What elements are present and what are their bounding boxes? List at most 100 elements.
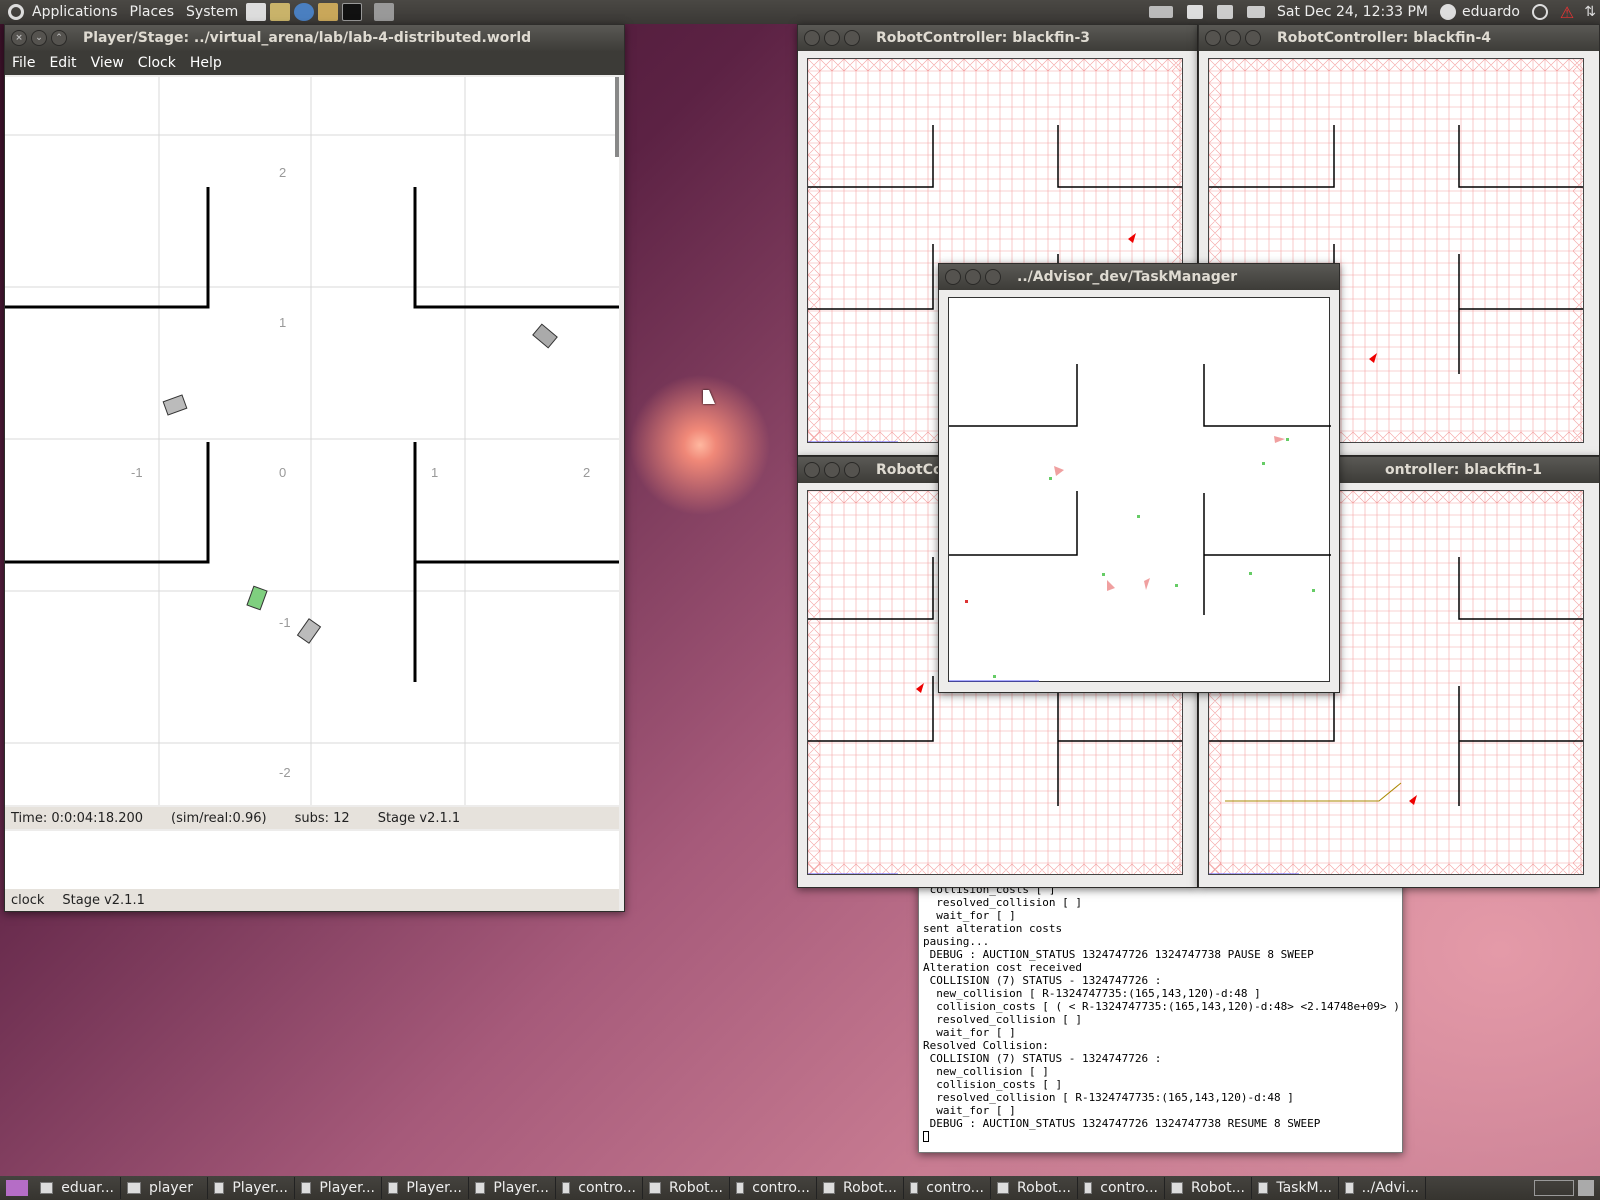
robot-4[interactable] xyxy=(296,618,322,644)
window-icon xyxy=(1084,1182,1093,1194)
scrollbar[interactable] xyxy=(615,77,619,157)
taskbar-item[interactable]: Robot... xyxy=(643,1177,730,1199)
workspace-switcher-icon[interactable] xyxy=(1534,1180,1574,1196)
terminal-output: collision_costs [ ] resolved_collision [… xyxy=(919,881,1402,1152)
menu-clock[interactable]: Clock xyxy=(131,55,183,71)
sim-time: Time: 0:0:04:18.200 xyxy=(11,810,144,826)
window-title: RobotController: blackfin-3 xyxy=(876,30,1091,46)
minimize-icon[interactable]: ⌄ xyxy=(31,30,47,46)
taskmanager-canvas[interactable] xyxy=(948,297,1331,682)
terminal-line: collision_costs [ ( < R-1324747735:(165,… xyxy=(923,1000,1402,1013)
battery-icon[interactable] xyxy=(1149,6,1174,18)
clock-label: clock xyxy=(11,892,45,908)
robot-titlebar[interactable]: RobotController: blackfin-3 xyxy=(798,25,1197,51)
maximize-icon[interactable] xyxy=(844,30,860,46)
text-editor-icon[interactable] xyxy=(246,3,267,21)
browser-icon[interactable] xyxy=(294,3,315,21)
grid-lines xyxy=(5,77,619,805)
display-icon[interactable] xyxy=(1187,5,1204,19)
lower-statusbar: clock Stage v2.1.1 xyxy=(5,889,619,911)
taskbar-item[interactable]: eduar... xyxy=(34,1177,121,1199)
terminal-line: new_collision [ ] xyxy=(923,1065,1049,1078)
taskbar-item[interactable]: Robot... xyxy=(817,1177,904,1199)
maximize-icon[interactable] xyxy=(1245,30,1261,46)
robot-2[interactable] xyxy=(532,323,558,349)
stage-canvas[interactable]: 2 1 -1 0 1 2 -1 -2 xyxy=(5,77,619,805)
terminal-line: resolved_collision [ ] xyxy=(923,1013,1082,1026)
taskbar-item[interactable]: contro... xyxy=(556,1177,643,1199)
clock-text[interactable]: Sat Dec 24, 12:33 PM xyxy=(1277,4,1428,20)
applications-menu[interactable]: Applications xyxy=(26,4,124,20)
window-icon xyxy=(910,1182,919,1194)
terminal-line: sent alteration costs xyxy=(923,922,1063,935)
window-icon xyxy=(1345,1182,1354,1194)
window-icon xyxy=(1171,1182,1184,1194)
maximize-icon[interactable]: ⌃ xyxy=(51,30,67,46)
minimize-icon[interactable] xyxy=(1225,30,1241,46)
update-icon[interactable]: ⇅ xyxy=(1584,4,1596,20)
file-manager-icon[interactable] xyxy=(318,3,339,21)
terminal-window[interactable]: collision_costs [ ] resolved_collision [… xyxy=(918,880,1403,1153)
taskbar-item[interactable]: player xyxy=(121,1177,208,1199)
user-name[interactable]: eduardo xyxy=(1462,4,1520,20)
mail-icon[interactable] xyxy=(1247,6,1266,18)
maximize-icon[interactable] xyxy=(844,462,860,478)
window-title: ../Advisor_dev/TaskManager xyxy=(1017,269,1238,285)
menu-view[interactable]: View xyxy=(84,55,131,71)
terminal-line: DEBUG : AUCTION_STATUS 1324747726 132474… xyxy=(923,948,1314,961)
taskbar-item[interactable]: contro... xyxy=(1078,1177,1165,1199)
taskbar-item-label: player xyxy=(149,1180,194,1196)
taskbar-item[interactable]: Player... xyxy=(208,1177,295,1199)
system-menu[interactable]: System xyxy=(180,4,244,20)
taskbar-item[interactable]: Player... xyxy=(382,1177,469,1199)
warning-icon[interactable]: ⚠ xyxy=(1560,3,1574,22)
taskbar-item[interactable]: ../Advi... xyxy=(1339,1177,1426,1199)
window-icon xyxy=(214,1182,225,1194)
taskbar-item-label: Player... xyxy=(232,1180,288,1196)
stage-menubar: File Edit View Clock Help xyxy=(5,51,624,75)
close-icon[interactable] xyxy=(804,462,820,478)
volume-icon[interactable] xyxy=(1217,5,1234,19)
robot-1[interactable] xyxy=(162,394,188,416)
terminal-line: COLLISION (7) STATUS - 1324747726 : xyxy=(923,1052,1162,1065)
stage-titlebar[interactable]: × ⌄ ⌃ Player/Stage: ../virtual_arena/lab… xyxy=(5,25,624,51)
close-icon[interactable] xyxy=(945,269,961,285)
close-icon[interactable]: × xyxy=(11,30,27,46)
stage-window: × ⌄ ⌃ Player/Stage: ../virtual_arena/lab… xyxy=(4,24,625,912)
taskbar-item[interactable]: Robot... xyxy=(991,1177,1078,1199)
lock-icon[interactable] xyxy=(270,3,291,21)
robot-3-selected[interactable] xyxy=(246,585,268,611)
robot-titlebar[interactable]: RobotController: blackfin-4 xyxy=(1199,25,1599,51)
menu-help[interactable]: Help xyxy=(183,55,229,71)
minimize-icon[interactable] xyxy=(824,462,840,478)
trash-icon[interactable] xyxy=(374,3,395,21)
taskbar-item[interactable]: Player... xyxy=(469,1177,556,1199)
blank-panel xyxy=(5,831,619,889)
menu-file[interactable]: File xyxy=(5,55,42,71)
maximize-icon[interactable] xyxy=(985,269,1001,285)
minimize-icon[interactable] xyxy=(965,269,981,285)
taskbar-item[interactable]: Player... xyxy=(295,1177,382,1199)
taskmanager-window: ../Advisor_dev/TaskManager xyxy=(938,263,1340,693)
terminal-icon[interactable] xyxy=(342,3,363,21)
close-icon[interactable] xyxy=(804,30,820,46)
taskbar-item[interactable]: TaskM... xyxy=(1252,1177,1339,1199)
terminal-line: wait_for [ ] xyxy=(923,909,1016,922)
ubuntu-logo-icon[interactable] xyxy=(8,4,24,20)
taskbar-item[interactable]: Robot... xyxy=(1165,1177,1252,1199)
trash-applet-icon[interactable] xyxy=(1578,1180,1594,1196)
close-icon[interactable] xyxy=(1205,30,1221,46)
window-icon xyxy=(475,1182,486,1194)
taskbar-item[interactable]: contro... xyxy=(904,1177,991,1199)
minimize-icon[interactable] xyxy=(824,30,840,46)
taskbar-item[interactable]: contro... xyxy=(730,1177,817,1199)
terminal-line: wait_for [ ] xyxy=(923,1104,1016,1117)
show-desktop-icon[interactable] xyxy=(6,1180,28,1196)
places-menu[interactable]: Places xyxy=(124,4,181,20)
axis-label: 2 xyxy=(583,465,590,480)
power-icon[interactable] xyxy=(1531,4,1548,20)
menu-edit[interactable]: Edit xyxy=(42,55,83,71)
terminal-line: Resolved Collision: xyxy=(923,1039,1049,1052)
window-icon xyxy=(562,1182,571,1194)
taskmanager-titlebar[interactable]: ../Advisor_dev/TaskManager xyxy=(939,264,1339,290)
